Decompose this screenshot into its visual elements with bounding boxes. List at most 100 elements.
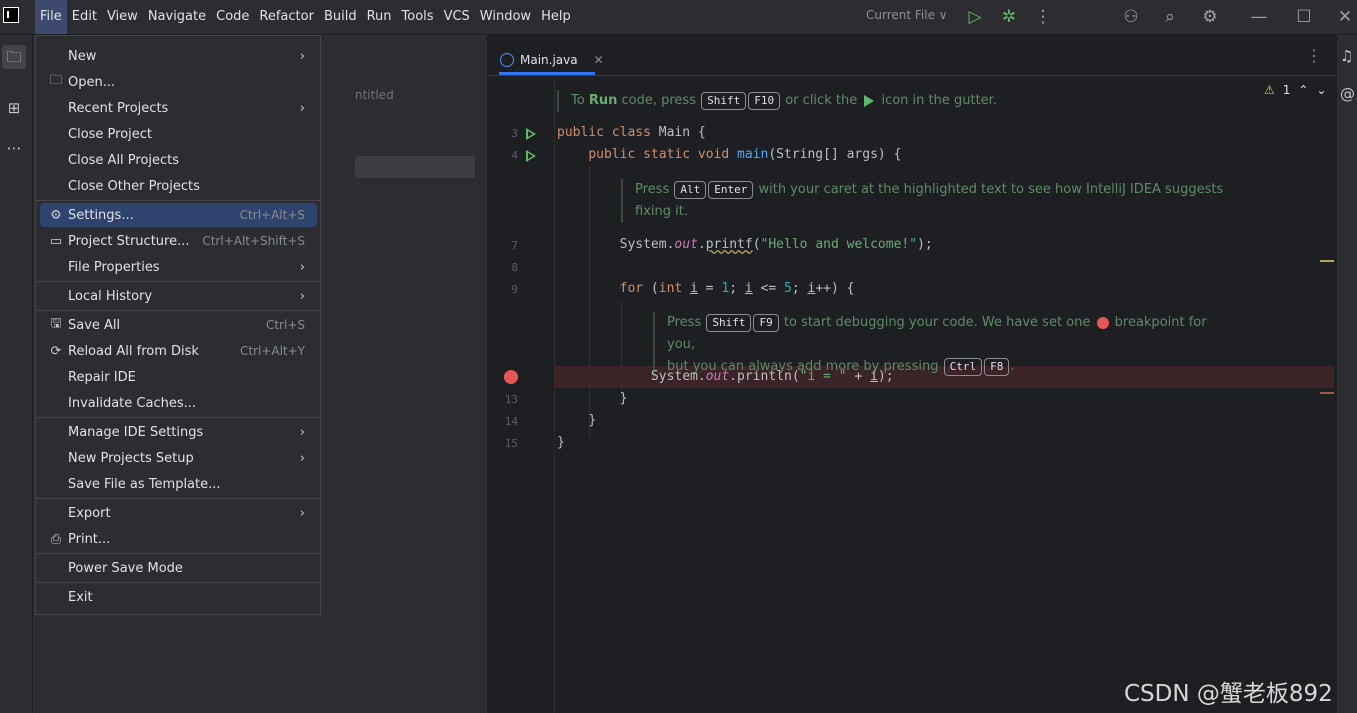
variable: i	[870, 369, 878, 384]
add-user-icon[interactable]: ⚇	[1121, 7, 1141, 27]
code-line-3[interactable]: public class Main {	[557, 125, 706, 140]
menu-separator	[36, 553, 320, 554]
menu-refactor[interactable]: Refactor	[254, 0, 319, 34]
menu-window[interactable]: Window	[475, 0, 536, 34]
project-name-partial[interactable]: ntitled	[355, 88, 394, 102]
line-number: 8	[511, 261, 518, 274]
notifications-icon[interactable]: ♫	[1340, 47, 1353, 65]
code-line-9[interactable]: for (int i = 1; i <= 5; i++) {	[557, 281, 855, 296]
gear-icon[interactable]: ⚙	[1200, 7, 1220, 27]
run-icon[interactable]: ▷	[965, 7, 985, 27]
menu-item-repair-ide[interactable]: Repair IDE	[40, 365, 317, 389]
menu-item-manage-ide-settings[interactable]: Manage IDE Settings ›	[40, 420, 317, 444]
project-tree-selected-row[interactable]	[355, 156, 475, 178]
intellij-logo-icon[interactable]	[3, 7, 19, 23]
menu-code[interactable]: Code	[211, 0, 254, 34]
code-text: =	[697, 281, 722, 296]
file-menu-dropdown: New › 🗀 Open... Recent Projects › Close Pro…	[35, 35, 321, 615]
tab-main-java[interactable]: Main.java ✕	[500, 45, 604, 75]
menu-item-save-all[interactable]: 🖫 Save All Ctrl+S	[40, 313, 317, 337]
close-window-icon[interactable]: ✕	[1335, 7, 1355, 27]
menu-tools[interactable]: Tools	[397, 0, 439, 34]
menu-view[interactable]: View	[102, 0, 143, 34]
close-tab-icon[interactable]: ✕	[594, 53, 604, 67]
code-line-14[interactable]: }	[557, 413, 596, 428]
menu-item-open[interactable]: 🗀 Open...	[40, 70, 317, 94]
menu-item-label: Save All	[68, 317, 121, 333]
code-line-13[interactable]: }	[557, 391, 628, 406]
breakpoint-stripe-marker[interactable]	[1320, 392, 1334, 394]
menu-file[interactable]: File	[35, 0, 67, 34]
field: out	[705, 369, 730, 384]
menu-navigate[interactable]: Navigate	[143, 0, 211, 34]
menu-item-print[interactable]: ⎙ Print...	[40, 527, 317, 551]
menu-item-shortcut: Ctrl+Alt+Y	[239, 344, 305, 358]
menu-vcs[interactable]: VCS	[439, 0, 475, 34]
code-line-15[interactable]: }	[557, 435, 565, 450]
menu-item-label: Close Project	[68, 126, 153, 142]
menu-item-label: Local History	[68, 288, 153, 304]
menu-item-local-history[interactable]: Local History ›	[40, 284, 317, 308]
menu-item-export[interactable]: Export ›	[40, 501, 317, 525]
menu-item-new[interactable]: New ›	[40, 44, 317, 68]
menu-item-close-project[interactable]: Close Project	[40, 122, 317, 146]
more-tools-icon[interactable]: ⋯	[2, 136, 26, 160]
menu-item-settings[interactable]: ⚙ Settings... Ctrl+Alt+S	[40, 203, 317, 227]
maximize-icon[interactable]: ☐	[1294, 7, 1314, 27]
line-number: 14	[504, 415, 518, 428]
run-main-gutter-icon[interactable]	[526, 150, 536, 162]
menu-item-save-file-as-template[interactable]: Save File as Template...	[40, 472, 317, 496]
menu-item-file-properties[interactable]: File Properties ›	[40, 255, 317, 279]
menu-item-close-other-projects[interactable]: Close Other Projects	[40, 174, 317, 198]
menu-item-project-structure[interactable]: ▭ Project Structure... Ctrl+Alt+Shift+S	[40, 229, 317, 253]
previous-highlight-icon[interactable]: ⌃	[1298, 83, 1308, 97]
chevron-right-icon: ›	[299, 505, 305, 521]
ai-assistant-icon[interactable]: @	[1340, 85, 1355, 103]
menu-run[interactable]: Run	[362, 0, 397, 34]
search-icon[interactable]: ⌕	[1160, 7, 1180, 27]
menu-edit[interactable]: Edit	[67, 0, 102, 34]
code-text: <=	[752, 281, 785, 296]
method-call: printf	[705, 237, 753, 252]
string-literal: "i = "	[799, 369, 847, 384]
string-literal: "Hello and welcome!"	[760, 237, 918, 252]
debug-icon[interactable]: ✲	[999, 7, 1019, 27]
next-highlight-icon[interactable]: ⌄	[1316, 83, 1326, 97]
hint-text: To	[571, 93, 589, 108]
more-actions-icon[interactable]: ⋮	[1033, 7, 1053, 27]
menu-item-power-save-mode[interactable]: Power Save Mode	[40, 556, 317, 580]
breakpoint-icon[interactable]	[504, 370, 518, 384]
menu-item-new-projects-setup[interactable]: New Projects Setup ›	[40, 446, 317, 470]
menu-help[interactable]: Help	[536, 0, 576, 34]
code-text: (	[643, 281, 659, 296]
menu-item-label: Manage IDE Settings	[68, 424, 204, 440]
key-f9: F9	[753, 314, 779, 332]
run-configuration-selector[interactable]: Current File ∨	[866, 8, 948, 22]
warning-stripe-marker[interactable]	[1320, 260, 1334, 262]
inspection-widget[interactable]: ⚠ 1 ⌃ ⌄	[1264, 83, 1327, 97]
minimize-icon[interactable]: —	[1249, 7, 1269, 27]
right-tool-strip: ♫ @	[1336, 35, 1357, 713]
line-number: 7	[511, 239, 518, 252]
menu-item-exit[interactable]: Exit	[40, 585, 317, 609]
menu-item-label: Close Other Projects	[68, 178, 200, 194]
project-folder-icon[interactable]: 🗀	[2, 45, 26, 69]
menu-item-label: Power Save Mode	[68, 560, 183, 576]
key-f8: F8	[984, 358, 1010, 376]
left-tool-strip: 🗀 ⊞ ⋯	[0, 35, 33, 713]
tab-options-icon[interactable]: ⋮	[1306, 46, 1322, 65]
menu-item-invalidate-caches[interactable]: Invalidate Caches...	[40, 391, 317, 415]
run-class-gutter-icon[interactable]	[526, 128, 536, 140]
code-editor[interactable]: ⚠ 1 ⌃ ⌄ To Run code, press Shift F10 or c…	[488, 76, 1336, 713]
code-line-7[interactable]: System.out.printf("Hello and welcome!");	[557, 237, 933, 252]
menu-item-recent-projects[interactable]: Recent Projects ›	[40, 96, 317, 120]
code-line-12[interactable]: System.out.println("i = " + i);	[557, 369, 894, 384]
code-line-4[interactable]: public static void main(String[] args) {	[557, 147, 901, 162]
menu-build[interactable]: Build	[319, 0, 362, 34]
menu-separator	[36, 582, 320, 583]
menu-item-reload-all[interactable]: ⟳ Reload All from Disk Ctrl+Alt+Y	[40, 339, 317, 363]
code-text: ;	[729, 281, 745, 296]
code-text: );	[917, 237, 933, 252]
menu-item-close-all-projects[interactable]: Close All Projects	[40, 148, 317, 172]
structure-icon[interactable]: ⊞	[2, 96, 26, 120]
